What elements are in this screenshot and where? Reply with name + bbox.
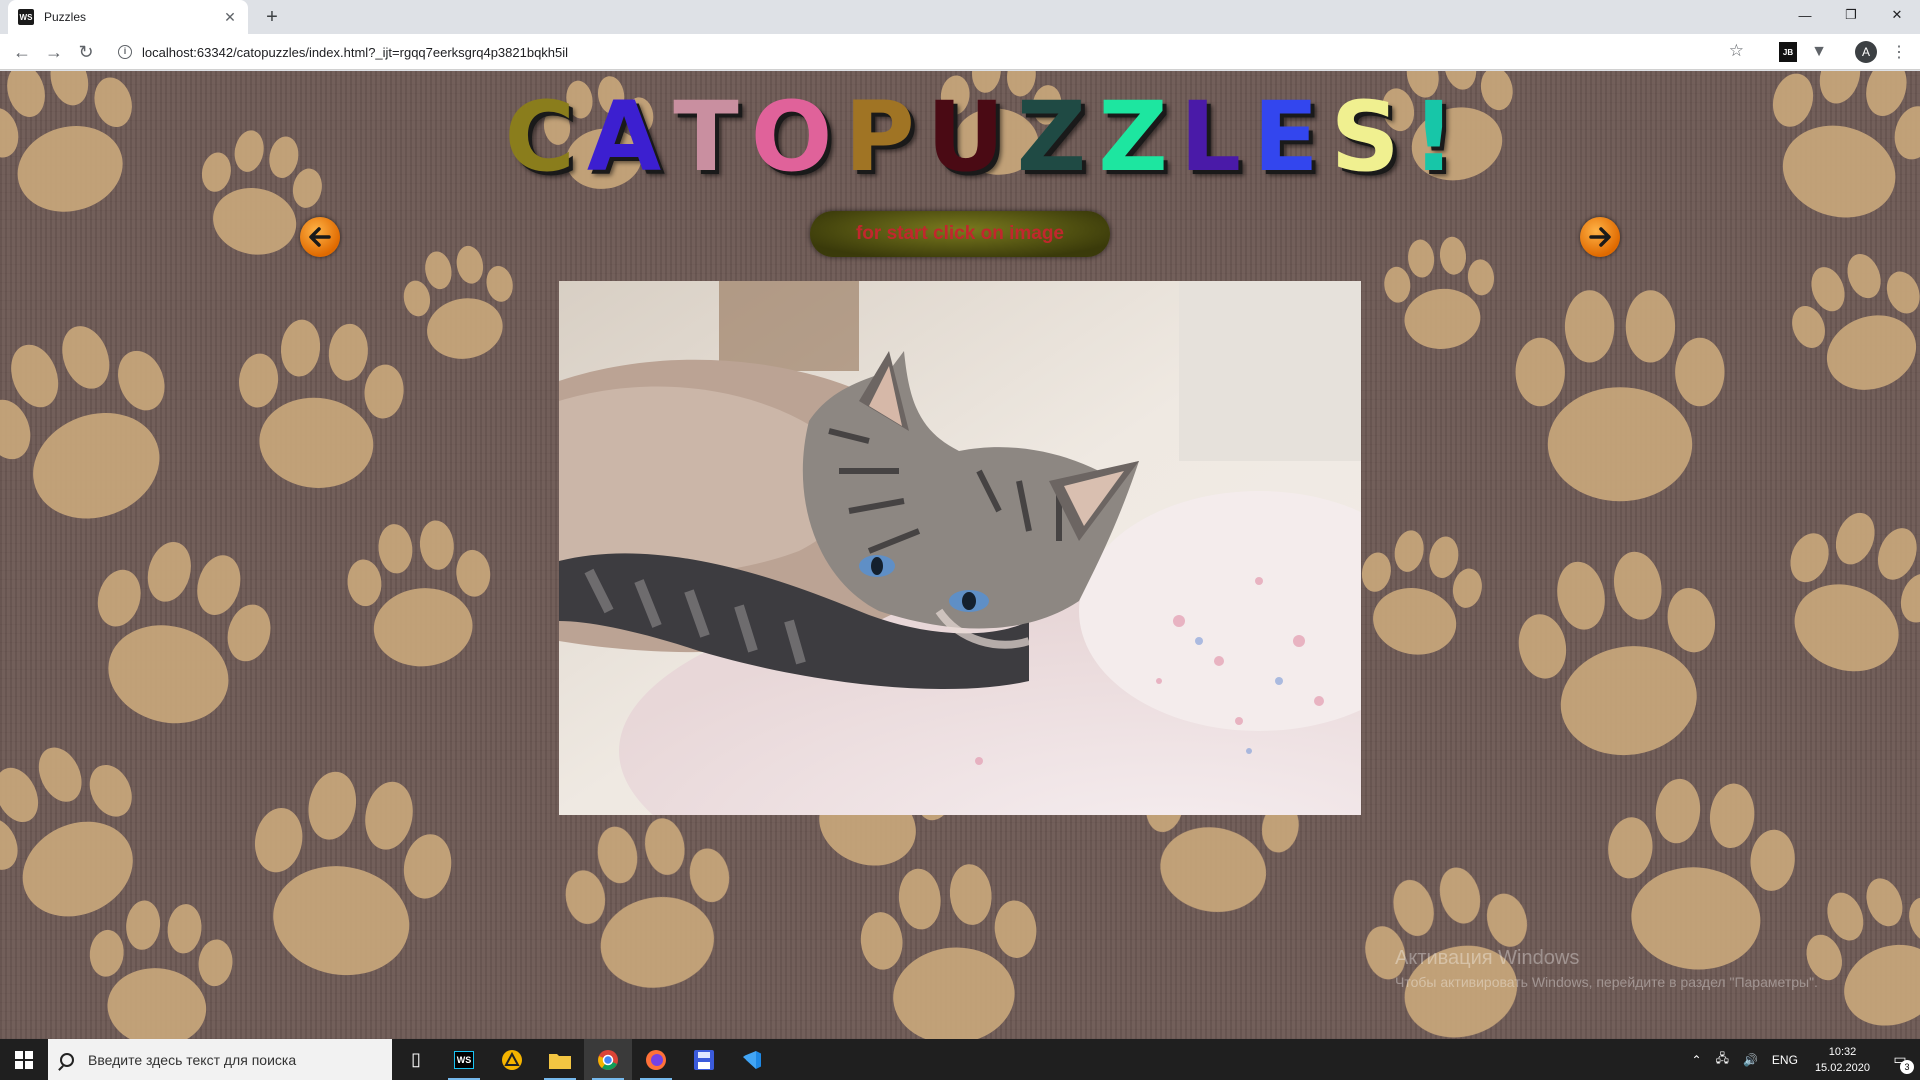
previous-arrow-button[interactable]: [300, 217, 340, 257]
title-letter: E: [1253, 81, 1319, 193]
chrome-icon: [598, 1049, 618, 1070]
task-view-icon[interactable]: ▯: [392, 1039, 440, 1080]
title-letter: T: [673, 81, 739, 193]
vscode-taskbar-icon[interactable]: [728, 1039, 776, 1080]
title-letter: A: [586, 81, 662, 193]
url-text: localhost:63342/catopuzzles/index.html?_…: [142, 44, 569, 60]
windows-taskbar: Введите здесь текст для поиска ▯ WS ⌃ 🖧 …: [0, 1039, 1920, 1080]
firefox-icon: [646, 1049, 666, 1070]
save-app-taskbar-icon[interactable]: [680, 1039, 728, 1080]
browser-menu-icon[interactable]: ⋮: [1890, 42, 1908, 62]
window-close-icon[interactable]: ✕: [1874, 0, 1920, 30]
show-hidden-icons-icon[interactable]: ⌃: [1685, 1053, 1709, 1067]
bookmark-star-icon[interactable]: ☆: [1729, 41, 1744, 61]
title-letter: L: [1179, 81, 1242, 193]
system-tray: ⌃ 🖧 🔊 ENG 10:32 15.02.2020 ▭ 3: [1685, 1039, 1920, 1080]
cat-puzzle-image[interactable]: [559, 281, 1361, 815]
new-tab-icon[interactable]: +: [260, 5, 284, 29]
notification-count-badge: 3: [1900, 1060, 1914, 1074]
address-bar[interactable]: i localhost:63342/catopuzzles/index.html…: [110, 38, 1760, 66]
title-letter: S: [1330, 81, 1400, 193]
page-title: C A T O P U Z Z L E S!: [0, 89, 1920, 185]
title-letter: O: [750, 81, 833, 193]
title-letter: Z: [1016, 81, 1087, 193]
back-icon[interactable]: ←: [10, 40, 34, 64]
arrow-left-icon: [309, 227, 331, 247]
jetbrains-extension-icon[interactable]: JB: [1779, 42, 1797, 62]
vpn-extension-icon[interactable]: ▼: [1810, 42, 1828, 62]
title-letter: !: [1411, 81, 1456, 193]
title-letter: P: [844, 81, 915, 193]
floppy-disk-icon: [694, 1049, 714, 1070]
profile-avatar[interactable]: A: [1855, 41, 1877, 63]
tab-close-icon[interactable]: ✕: [222, 9, 238, 26]
volume-icon[interactable]: 🔊: [1736, 1053, 1765, 1067]
webstorm-taskbar-icon[interactable]: WS: [440, 1039, 488, 1080]
window-controls: — ❐ ✕: [1782, 0, 1920, 30]
windows-logo-icon: [15, 1050, 33, 1069]
start-hint-label: for start click on image: [810, 211, 1110, 257]
language-indicator[interactable]: ENG: [1765, 1053, 1805, 1067]
cat-photo: [559, 281, 1361, 815]
forward-icon[interactable]: →: [42, 40, 66, 64]
title-letter: U: [926, 81, 1005, 193]
search-icon: [60, 1052, 74, 1067]
restore-icon[interactable]: ❐: [1828, 0, 1874, 30]
vscode-icon: [743, 1050, 761, 1069]
chrome-taskbar-icon[interactable]: [584, 1039, 632, 1080]
tab-strip: WS Puzzles ✕ + — ❐ ✕: [0, 0, 1920, 34]
windows-activation-watermark: Активация Windows Чтобы активировать Win…: [1395, 947, 1818, 990]
arrow-right-icon: [1589, 227, 1611, 247]
action-center-icon[interactable]: ▭ 3: [1880, 1039, 1920, 1080]
title-letter: C: [504, 81, 575, 193]
watermark-title: Активация Windows: [1395, 947, 1580, 969]
search-placeholder: Введите здесь текст для поиска: [88, 1051, 297, 1068]
folder-icon: [549, 1053, 571, 1069]
tab-title: Puzzles: [44, 10, 87, 24]
minimize-icon[interactable]: —: [1782, 0, 1828, 30]
next-arrow-button[interactable]: [1580, 217, 1620, 257]
reload-icon[interactable]: ↻: [74, 40, 98, 64]
webstorm-favicon-icon: WS: [18, 9, 34, 25]
network-icon[interactable]: 🖧: [1709, 1049, 1736, 1070]
site-info-icon[interactable]: i: [118, 45, 132, 59]
browser-toolbar: ← → ↻ i localhost:63342/catopuzzles/inde…: [0, 34, 1920, 70]
title-letter: Z: [1098, 81, 1168, 193]
watermark-subtitle: Чтобы активировать Windows, перейдите в …: [1395, 974, 1818, 990]
clock[interactable]: 10:32 15.02.2020: [1805, 1044, 1880, 1076]
file-explorer-icon[interactable]: [536, 1039, 584, 1080]
warning-app-icon[interactable]: [488, 1039, 536, 1080]
firefox-taskbar-icon[interactable]: [632, 1039, 680, 1080]
tab-puzzles[interactable]: WS Puzzles ✕: [8, 0, 248, 34]
taskbar-search-field[interactable]: Введите здесь текст для поиска: [48, 1039, 392, 1080]
webstorm-icon: WS: [453, 1050, 475, 1069]
start-button[interactable]: [0, 1039, 48, 1080]
clock-time: 10:32: [1828, 1045, 1857, 1058]
clock-date: 15.02.2020: [1814, 1061, 1870, 1074]
page-viewport: C A T O P U Z Z L E S! for start click on image: [0, 71, 1920, 1039]
triangle-icon: [502, 1049, 522, 1070]
